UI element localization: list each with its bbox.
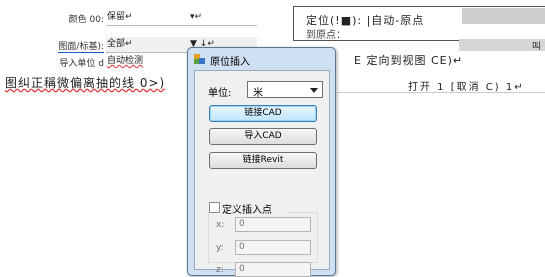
command-line-text: 图纠正稱微偏离抽的线 0>) [5,76,166,90]
color-row: 颜色 00: 保留↵ ▾↵ [0,10,257,26]
import-cad-button[interactable]: 导入CAD [209,128,317,145]
app-icon [194,54,205,64]
custom-point-checkbox[interactable] [209,202,220,213]
mid-right-text: 叫 [532,42,542,52]
link-cad-button[interactable]: 链接CAD [209,105,317,122]
positioning-subtext: 到原点： [306,30,346,41]
layers-label: 图面/标基): [58,39,104,53]
import-units-label: 导入单位 d [59,59,104,69]
z-label: z: [216,265,224,275]
dialog-titlebar[interactable]: 原位插入 [188,48,335,70]
background-buttons-row: 打开 1 [取消 C) 1↵ [408,82,525,93]
custom-point-label: 定义插入点 [222,205,272,216]
color-label: 颜色 00: [68,15,104,25]
z-field[interactable]: 0 [235,262,311,277]
color-value: 保留↵ ▾↵ [106,10,257,26]
x-field[interactable]: 0 [235,217,311,232]
positioning-dropdown-bg [462,8,545,24]
insert-in-place-dialog: 原位插入 单位: 米 链接CAD 导入CAD 链接Revit 定义插入点 x: … [187,47,336,277]
positioning-box: 定位(!■): |自动-原点 到原点： [293,6,545,41]
orient-to-view-link: E 定向到视图 CE)↵ [354,54,464,67]
link-revit-button[interactable]: 链接Revit [209,152,317,169]
unit-select-value: 米 [253,88,263,99]
dialog-client: 单位: 米 链接CAD 导入CAD 链接Revit 定义插入点 x: 0 y: … [194,70,330,277]
chevron-down-icon [310,88,318,93]
divider [337,92,545,93]
y-label: y: [216,243,224,253]
unit-select[interactable]: 米 [247,81,323,99]
dialog-title: 原位插入 [210,57,250,68]
unit-label: 单位: [208,88,232,99]
x-label: x: [216,220,225,230]
y-field[interactable]: 0 [235,240,311,255]
